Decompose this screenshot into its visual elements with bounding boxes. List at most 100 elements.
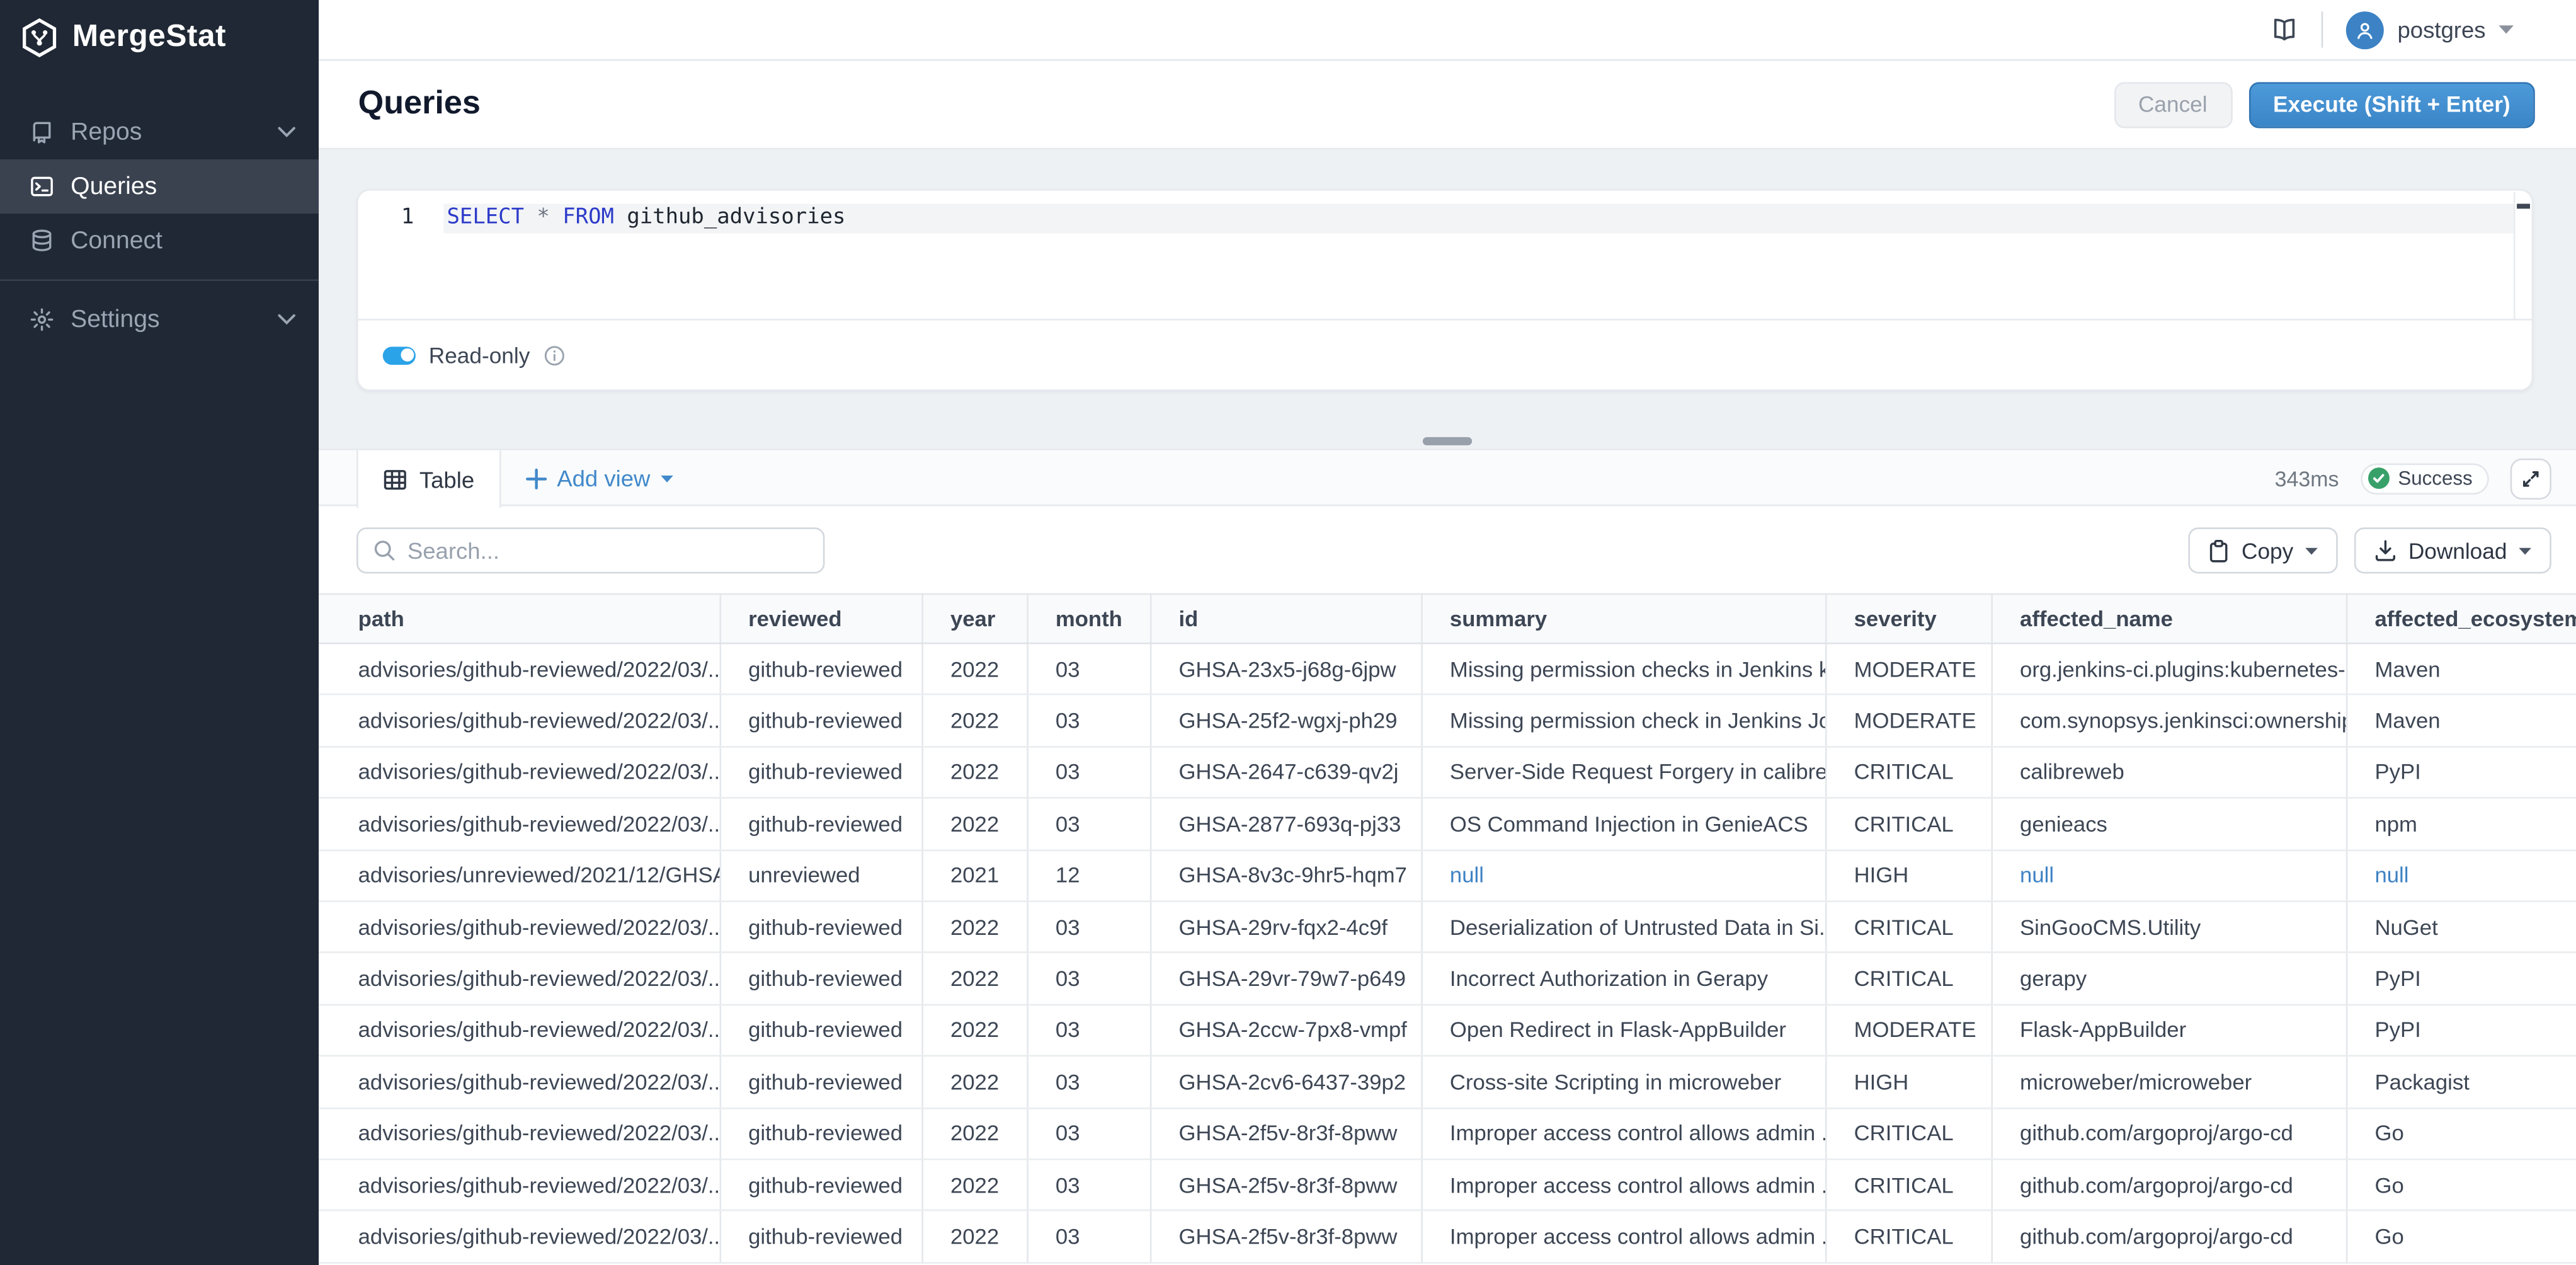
table-row[interactable]: advisories/github-reviewed/2022/03/...gi…	[319, 1159, 2576, 1211]
cell-affected_name: gerapy	[1991, 953, 2345, 1004]
table-row[interactable]: advisories/github-reviewed/2022/03/...gi…	[319, 1004, 2576, 1056]
table-row[interactable]: advisories/github-reviewed/2022/03/...gi…	[319, 695, 2576, 747]
table-row[interactable]: advisories/github-reviewed/2022/03/...gi…	[319, 1056, 2576, 1108]
cell-summary: Cross-site Scripting in microweber	[1421, 1056, 1825, 1108]
table-row[interactable]: advisories/github-reviewed/2022/03/...gi…	[319, 643, 2576, 695]
cell-affected_name: com.synopsys.jenkinsci:ownership	[1991, 695, 2345, 747]
cell-affected_name: genieacs	[1991, 798, 2345, 850]
docs-book-icon[interactable]	[2271, 16, 2299, 43]
results-toolbar: Copy Download	[356, 527, 2551, 573]
cancel-button[interactable]: Cancel	[2114, 81, 2232, 127]
mergestat-logo[interactable]: MergeStat	[0, 0, 319, 57]
cell-path: advisories/github-reviewed/2022/03/...	[319, 953, 719, 1004]
expand-button[interactable]	[2510, 457, 2551, 498]
info-icon[interactable]	[543, 344, 564, 365]
avatar	[2347, 11, 2385, 49]
cell-path: advisories/unreviewed/2021/12/GHSA...	[319, 850, 719, 902]
cell-month: 03	[1027, 1159, 1150, 1211]
sidebar-item-queries[interactable]: Queries	[0, 159, 319, 214]
column-header-summary[interactable]: summary	[1421, 594, 1825, 643]
column-header-path[interactable]: path	[319, 594, 719, 643]
chevron-down-icon	[2499, 25, 2513, 35]
read-only-label: Read-only	[429, 343, 530, 367]
code-token-plain	[524, 205, 537, 230]
sql-editor[interactable]: 1 SELECT * FROM github_advisories	[358, 191, 2532, 321]
table-row[interactable]: advisories/unreviewed/2021/12/GHSA...unr…	[319, 850, 2576, 902]
cell-affected_ecosystem: Go	[2346, 1159, 2576, 1211]
resize-handle[interactable]	[1423, 437, 1472, 445]
table-row[interactable]: advisories/github-reviewed/2022/03/...gi…	[319, 747, 2576, 798]
copy-button[interactable]: Copy	[2189, 527, 2338, 573]
cell-id: GHSA-29vr-79w7-p649	[1150, 953, 1421, 1004]
cell-month: 03	[1027, 1056, 1150, 1108]
column-header-affected_name[interactable]: affected_name	[1991, 594, 2345, 643]
editor-footer: Read-only	[358, 321, 2532, 390]
cell-path: advisories/github-reviewed/2022/03/...	[319, 747, 719, 798]
cell-id: GHSA-2f5v-8r3f-8pww	[1150, 1159, 1421, 1211]
copy-label: Copy	[2242, 538, 2293, 563]
column-header-reviewed[interactable]: reviewed	[719, 594, 921, 643]
cell-reviewed: github-reviewed	[719, 953, 921, 1004]
cell-reviewed: unreviewed	[719, 850, 921, 902]
cell-affected_ecosystem: npm	[2346, 798, 2576, 850]
column-header-severity[interactable]: severity	[1825, 594, 1991, 643]
clipboard-icon	[2209, 538, 2230, 563]
status-label: Success	[2398, 467, 2472, 490]
expand-icon	[2520, 467, 2541, 489]
table-row[interactable]: advisories/github-reviewed/2022/03/...gi…	[319, 953, 2576, 1004]
editor-scrollbar[interactable]	[2514, 192, 2532, 319]
cell-severity: CRITICAL	[1825, 902, 1991, 953]
cell-affected_ecosystem: PyPI	[2346, 747, 2576, 798]
cell-id: GHSA-8v3c-9hr5-hqm7	[1150, 850, 1421, 902]
cell-affected_ecosystem: PyPI	[2346, 1004, 2576, 1056]
cell-id: GHSA-2f5v-8r3f-8pww	[1150, 1211, 1421, 1262]
search-input[interactable]	[407, 537, 808, 564]
cell-path: advisories/github-reviewed/2022/03/...	[319, 902, 719, 953]
add-view-button[interactable]: Add view	[526, 450, 673, 507]
cell-path: advisories/github-reviewed/2022/03/...	[319, 695, 719, 747]
cell-severity: HIGH	[1825, 850, 1991, 902]
search-box[interactable]	[356, 527, 824, 573]
cell-affected_name: null	[1991, 850, 2345, 902]
cell-reviewed: github-reviewed	[719, 1004, 921, 1056]
cell-severity: CRITICAL	[1825, 747, 1991, 798]
cell-year: 2022	[921, 695, 1027, 747]
table-row[interactable]: advisories/github-reviewed/2022/03/...gi…	[319, 798, 2576, 850]
cell-summary: null	[1421, 850, 1825, 902]
sidebar-item-label: Settings	[71, 306, 278, 333]
table-row[interactable]: advisories/github-reviewed/2022/03/...gi…	[319, 1108, 2576, 1159]
cell-reviewed: github-reviewed	[719, 747, 921, 798]
execute-button[interactable]: Execute (Shift + Enter)	[2248, 81, 2535, 127]
chevron-down-icon	[2519, 546, 2532, 554]
book-icon	[28, 120, 54, 144]
cell-reviewed: github-reviewed	[719, 1159, 921, 1211]
read-only-toggle[interactable]	[383, 346, 416, 364]
code-token-operator: *	[537, 205, 549, 230]
code-token-plain	[550, 205, 562, 230]
cell-severity: MODERATE	[1825, 695, 1991, 747]
cell-severity: CRITICAL	[1825, 798, 1991, 850]
cell-month: 03	[1027, 1108, 1150, 1159]
cell-severity: CRITICAL	[1825, 953, 1991, 1004]
user-menu[interactable]: postgres	[2347, 11, 2514, 49]
cell-summary: OS Command Injection in GenieACS	[1421, 798, 1825, 850]
sidebar-item-connect[interactable]: Connect	[0, 214, 319, 268]
cell-path: advisories/github-reviewed/2022/03/...	[319, 1004, 719, 1056]
sidebar-item-label: Queries	[71, 173, 295, 200]
cell-id: GHSA-2647-c639-qv2j	[1150, 747, 1421, 798]
tab-table[interactable]: Table	[356, 450, 501, 508]
editor-scrollbar-thumb[interactable]	[2517, 203, 2530, 209]
column-header-id[interactable]: id	[1150, 594, 1421, 643]
column-header-month[interactable]: month	[1027, 594, 1150, 643]
column-header-affected_ecosystem[interactable]: affected_ecosystem	[2346, 594, 2576, 643]
column-header-year[interactable]: year	[921, 594, 1027, 643]
cell-reviewed: github-reviewed	[719, 1108, 921, 1159]
results-table: pathreviewedyearmonthidsummaryseverityaf…	[319, 593, 2576, 1263]
table-row[interactable]: advisories/github-reviewed/2022/03/...gi…	[319, 1211, 2576, 1262]
download-button[interactable]: Download	[2354, 527, 2551, 573]
table-row[interactable]: advisories/github-reviewed/2022/03/...gi…	[319, 902, 2576, 953]
cell-year: 2022	[921, 747, 1027, 798]
sidebar-item-settings[interactable]: Settings	[0, 292, 319, 346]
cell-month: 03	[1027, 798, 1150, 850]
sidebar-item-repos[interactable]: Repos	[0, 105, 319, 159]
